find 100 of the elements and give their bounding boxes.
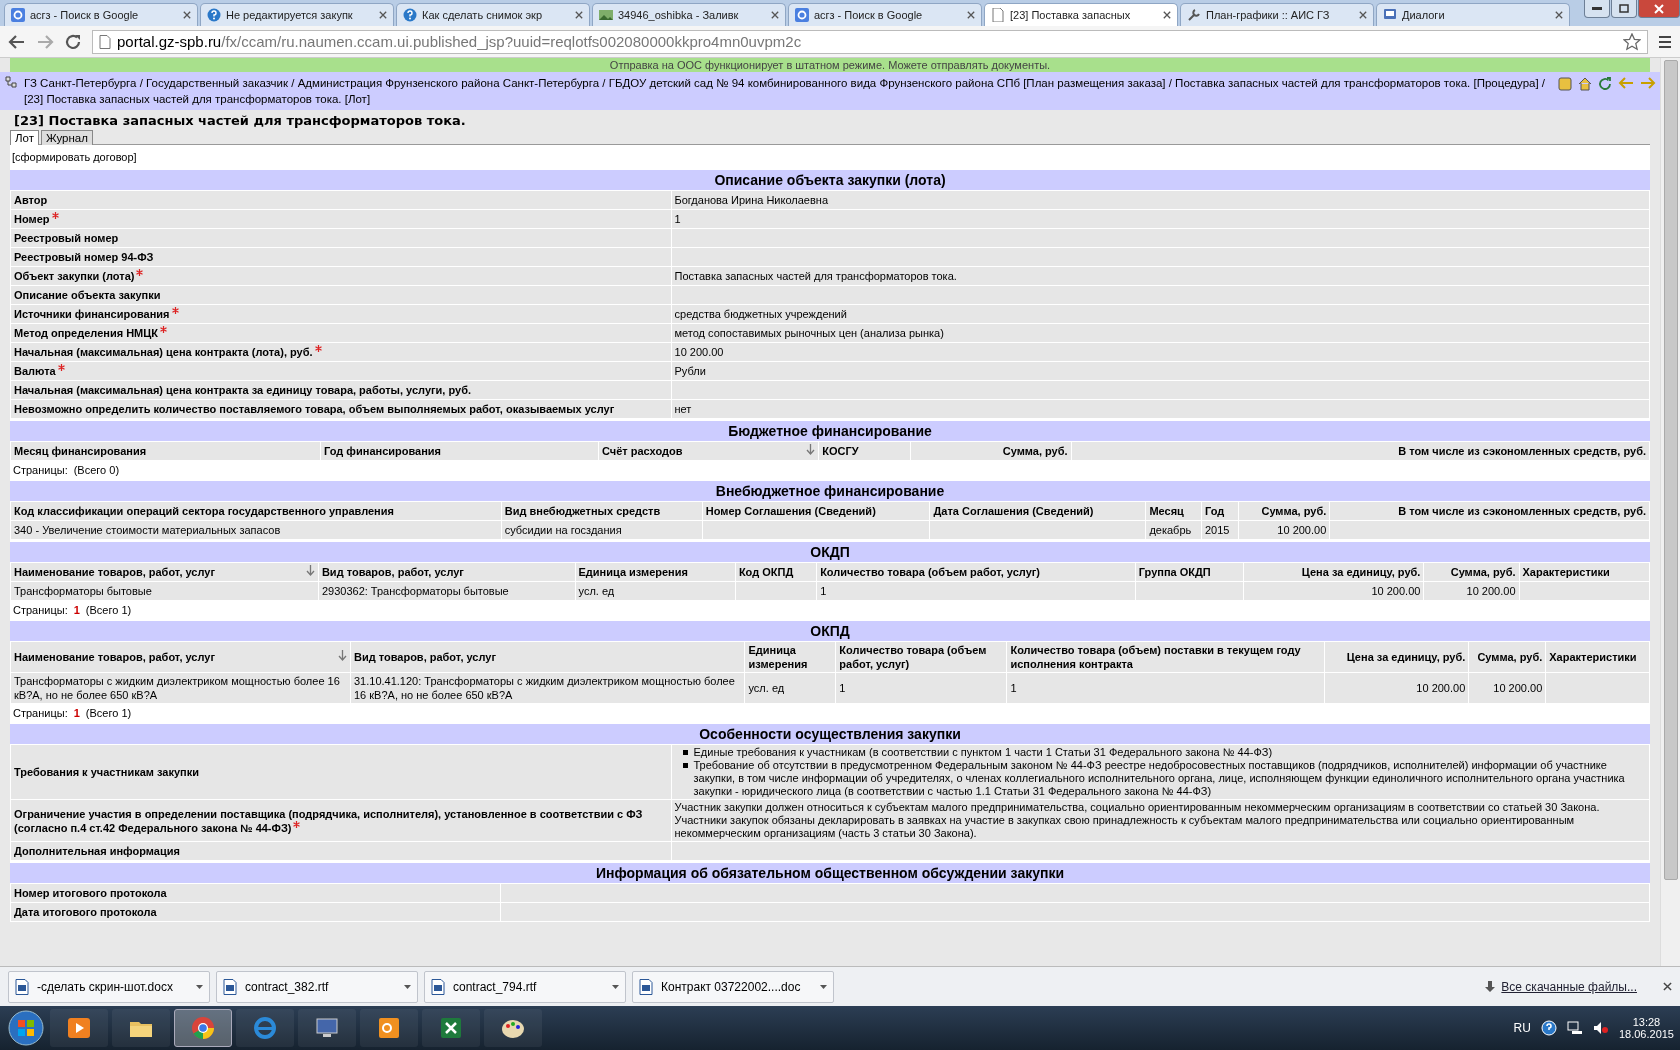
media-player-icon[interactable] (66, 1015, 92, 1041)
column-header[interactable]: Единица измерения (575, 562, 736, 582)
home-icon[interactable] (1578, 77, 1592, 91)
maximize-icon (1619, 4, 1629, 13)
column-header[interactable]: Год финансирования (320, 441, 599, 461)
page-link[interactable]: 1 (73, 604, 80, 616)
browser-tab[interactable]: План-графики :: АИС ГЗ (1180, 3, 1374, 26)
column-header[interactable]: Вид товаров, работ, услуг (350, 641, 745, 673)
browser-tab[interactable]: acгз - Поиск в Google (4, 3, 198, 26)
column-header[interactable]: Количество товара (объем) поставки в текущем году исполнения контракта (1006, 641, 1325, 673)
browser-tab[interactable]: Как сделать снимок экр (396, 3, 590, 26)
column-header[interactable]: Характеристики (1545, 641, 1650, 673)
download-item[interactable]: contract_794.rtf (424, 970, 626, 1003)
browser-tab[interactable]: acгз - Поиск в Google (788, 3, 982, 26)
reload-icon[interactable] (64, 32, 82, 51)
column-header[interactable]: Наименование товаров, работ, услуг (10, 562, 319, 582)
start-button[interactable] (6, 1008, 46, 1048)
download-item[interactable]: -сделать скрин-шот.docx (8, 970, 210, 1003)
section-header: Информация об обязательном общественном обсуждении закупки (10, 861, 1650, 883)
column-header[interactable]: Характеристики (1519, 562, 1650, 582)
tab-title: План-графики :: АИС ГЗ (1206, 9, 1331, 21)
language-indicator[interactable]: RU (1513, 1021, 1531, 1035)
taskbar-button[interactable] (50, 1009, 108, 1047)
column-header[interactable]: Единица измерения (745, 641, 836, 673)
close-icon[interactable] (1663, 982, 1672, 991)
browser-tab[interactable]: 34946_oshibka - Заливк (592, 3, 786, 26)
back-icon[interactable] (8, 33, 26, 50)
spreadsheet-icon[interactable] (438, 1015, 464, 1041)
help-icon[interactable] (1540, 1020, 1557, 1036)
column-header[interactable]: Вид внебюджетных средств (501, 501, 703, 521)
column-header[interactable]: Месяц финансирования (10, 441, 321, 461)
column-header[interactable]: Цена за единицу, руб. (1324, 641, 1469, 673)
caret-icon[interactable] (404, 984, 411, 989)
taskbar-button[interactable] (360, 1009, 418, 1047)
form-contract-link[interactable]: [сформировать договор] (10, 151, 139, 168)
close-tab-icon[interactable] (771, 11, 779, 19)
star-icon[interactable] (1623, 32, 1641, 51)
refresh-icon[interactable] (1598, 77, 1612, 91)
caret-icon[interactable] (196, 984, 203, 989)
taskbar-button[interactable] (484, 1009, 542, 1047)
caret-icon[interactable] (820, 984, 827, 989)
table-cell: усл. ед (745, 672, 836, 704)
sort-arrow-icon[interactable] (305, 565, 315, 576)
column-header[interactable]: Цена за единицу, руб. (1243, 562, 1424, 582)
column-header[interactable]: Вид товаров, работ, услуг (318, 562, 575, 582)
image-icon (599, 8, 613, 22)
browser-tab[interactable]: Диалоги (1376, 3, 1570, 26)
column-header[interactable]: Месяц (1145, 501, 1202, 521)
column-header[interactable]: Код классификации операций сектора государственного управления (10, 501, 502, 521)
column-header[interactable]: Количество товара (объем работ, услуг) (835, 641, 1007, 673)
close-tab-icon[interactable] (183, 11, 191, 19)
column-header[interactable]: Сумма, руб. (1423, 562, 1519, 582)
column-header[interactable]: Счёт расходов (598, 441, 819, 461)
close-tab-icon[interactable] (1359, 11, 1367, 19)
column-header[interactable]: Код ОКПД (735, 562, 817, 582)
pager-total: (Всего 1) (85, 707, 132, 719)
chrome-icon[interactable] (190, 1015, 216, 1041)
address-field[interactable]: portal.gz-spb.ru/fx/ccam/ru.naumen.ccam.ui.published_jsp?uuid=reqlotfs002080000kkpro4mn0uvpm2c (92, 29, 1648, 54)
menu-icon[interactable] (1658, 34, 1672, 49)
file-name: Контракт 03722002....doc (661, 979, 802, 994)
column-header[interactable]: Дата Соглашения (Сведений) (929, 501, 1146, 521)
browser-tab[interactable]: Не редактируется закупк (200, 3, 394, 26)
column-header[interactable]: Сумма, руб. (1468, 641, 1546, 673)
close-tab-icon[interactable] (379, 11, 387, 19)
column-header[interactable]: Сумма, руб. (910, 441, 1072, 461)
network-icon[interactable] (1566, 1021, 1583, 1035)
sort-arrow-icon[interactable] (806, 444, 816, 455)
page-tab[interactable]: Журнал (40, 130, 93, 145)
page-link[interactable]: 1 (73, 707, 80, 719)
scrollbar[interactable] (1660, 58, 1680, 966)
close-tab-icon[interactable] (1163, 11, 1171, 19)
close-tab-icon[interactable] (575, 11, 583, 19)
download-item[interactable]: contract_382.rtf (216, 970, 418, 1003)
column-header[interactable]: КОСГУ (818, 441, 911, 461)
column-header[interactable]: Количество товара (объем работ, услуг) (816, 562, 1136, 582)
close-tab-icon[interactable] (967, 11, 975, 19)
volume-icon[interactable] (1592, 1021, 1609, 1035)
column-header[interactable]: В том числе из сэкономленных средств, руб. (1071, 441, 1650, 461)
browser-tab[interactable]: [23] Поставка запасных (984, 3, 1178, 26)
page-tab[interactable]: Лот (10, 130, 39, 145)
mail-app-icon[interactable] (376, 1015, 402, 1041)
browser-e-icon[interactable] (252, 1015, 278, 1041)
download-item[interactable]: Контракт 03722002....doc (632, 970, 834, 1003)
sort-arrow-icon[interactable] (338, 650, 347, 661)
minimize-button[interactable] (1584, 0, 1610, 18)
taskbar-button[interactable] (112, 1009, 170, 1047)
all-downloads-link[interactable]: Все скачанные файлы... (1501, 979, 1637, 994)
column-header[interactable]: В том числе из сэкономленных средств, руб. (1329, 501, 1650, 521)
close-tab-icon[interactable] (1555, 11, 1563, 19)
column-header[interactable]: Сумма, руб. (1238, 501, 1330, 521)
maximize-button[interactable] (1611, 0, 1637, 18)
minimize-icon (1592, 6, 1602, 11)
column-header[interactable]: Номер Соглашения (Сведений) (702, 501, 930, 521)
taskbar-button[interactable] (422, 1009, 480, 1047)
close-button[interactable] (1638, 0, 1680, 18)
column-header[interactable]: Группа ОКДП (1135, 562, 1244, 582)
pager-label: Страницы: (13, 604, 68, 616)
caret-icon[interactable] (612, 984, 619, 989)
column-header[interactable]: Наименование товаров, работ, услуг (10, 641, 351, 673)
column-header[interactable]: Год (1201, 501, 1239, 521)
